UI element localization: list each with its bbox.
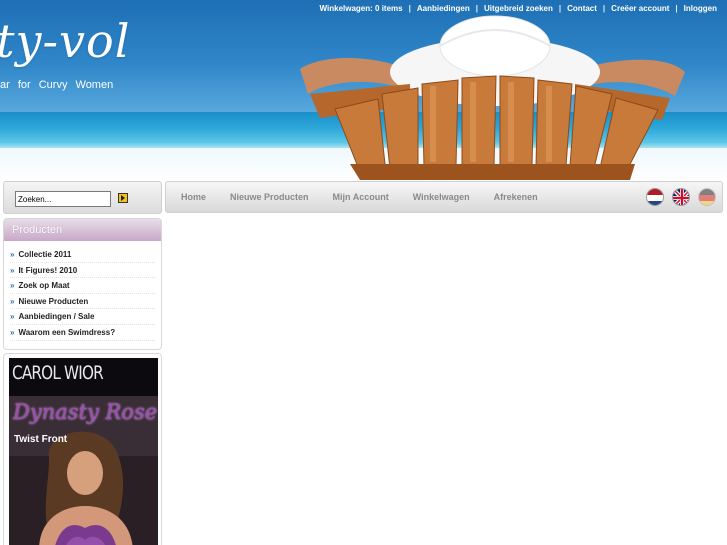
promo-banner-image[interactable]: CAROL WIOR Dynasty Rose Twist Front: [9, 358, 158, 545]
bullet-icon: »: [10, 281, 15, 291]
categories-list: » Collectie 2011 » It Figures! 2010 » Zoek …: [4, 241, 161, 341]
separator: |: [408, 4, 411, 13]
nav-items: Home Nieuwe Producten Mijn Account Winke…: [181, 182, 562, 212]
category-link[interactable]: It Figures! 2010: [18, 266, 77, 275]
site-tagline: ar for Curvy Women: [0, 79, 114, 91]
login-link[interactable]: Inloggen: [678, 4, 723, 13]
separator: |: [475, 4, 478, 13]
bullet-icon: »: [10, 296, 15, 306]
bullet-icon: »: [10, 327, 15, 337]
beach-chair-hat-illustration: [300, 15, 685, 180]
nav-my-account[interactable]: Mijn Account: [333, 192, 389, 202]
search-box: [3, 181, 162, 214]
separator: |: [558, 4, 562, 13]
promo-brand: CAROL WIOR: [12, 362, 104, 384]
cart-link[interactable]: Winkelwagen: 0 items: [314, 4, 409, 13]
header-banner: ty-vol ar for Curvy Women Winkelwagen: 0…: [0, 0, 727, 180]
english-flag-icon[interactable]: [672, 188, 690, 206]
list-item[interactable]: » It Figures! 2010: [10, 263, 155, 279]
main-nav: Home Nieuwe Producten Mijn Account Winke…: [165, 181, 723, 213]
top-links-bar: Winkelwagen: 0 items | Aanbiedingen | Ui…: [314, 4, 723, 13]
list-item[interactable]: » Nieuwe Producten: [10, 294, 155, 310]
list-item[interactable]: » Zoek op Maat: [10, 278, 155, 294]
search-input[interactable]: [15, 191, 111, 207]
page: ty-vol ar for Curvy Women Winkelwagen: 0…: [0, 0, 727, 545]
dutch-flag-icon[interactable]: [646, 188, 664, 206]
promo-box: CAROL WIOR Dynasty Rose Twist Front: [3, 353, 162, 545]
bullet-icon: »: [10, 312, 15, 322]
category-link[interactable]: Collectie 2011: [18, 250, 71, 259]
separator: |: [675, 4, 678, 13]
promo-photo: [9, 396, 158, 545]
site-logo[interactable]: ty-vol: [0, 14, 130, 68]
nav-home[interactable]: Home: [181, 192, 206, 202]
offers-link[interactable]: Aanbiedingen: [411, 4, 476, 13]
separator: |: [602, 4, 606, 13]
contact-link[interactable]: Contact: [561, 4, 603, 13]
nav-checkout[interactable]: Afrekenen: [494, 192, 538, 202]
bullet-icon: »: [10, 250, 15, 259]
promo-subtitle: Twist Front: [14, 434, 68, 445]
nav-cart[interactable]: Winkelwagen: [413, 192, 470, 202]
category-link[interactable]: Zoek op Maat: [18, 281, 69, 290]
list-item[interactable]: » Collectie 2011: [10, 247, 155, 263]
categories-box: Producten » Collectie 2011 » It Figures! 2…: [3, 218, 162, 350]
promo-title: Dynasty Rose: [13, 400, 158, 424]
category-link[interactable]: Nieuwe Producten: [18, 297, 88, 306]
nav-new-products[interactable]: Nieuwe Producten: [230, 192, 309, 202]
advanced-search-link[interactable]: Uitgebreid zoeken: [478, 4, 559, 13]
list-item[interactable]: » Waarom een Swimdress?: [10, 325, 155, 341]
search-submit-button[interactable]: [118, 193, 128, 203]
category-link[interactable]: Aanbiedingen / Sale: [18, 312, 94, 321]
category-link[interactable]: Waarom een Swimdress?: [18, 328, 115, 337]
language-selector: [646, 188, 716, 206]
create-account-link[interactable]: Creëer account: [605, 4, 675, 13]
bullet-icon: »: [10, 265, 15, 275]
list-item[interactable]: » Aanbiedingen / Sale: [10, 309, 155, 325]
german-flag-icon[interactable]: [698, 188, 716, 206]
categories-title: Producten: [4, 219, 161, 241]
